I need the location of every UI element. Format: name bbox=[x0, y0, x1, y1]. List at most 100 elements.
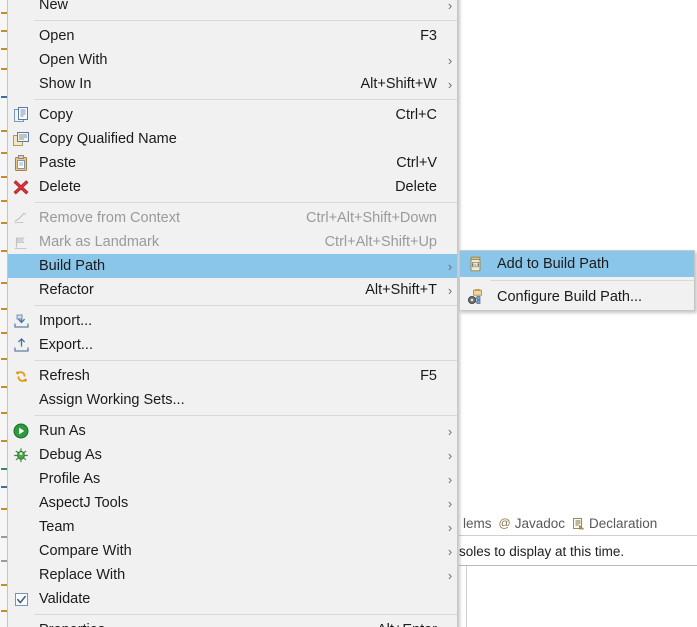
submenu-chevron-right-icon: › bbox=[447, 76, 453, 92]
menu-item-icon-slot bbox=[8, 467, 34, 491]
menu-item-add-to-build-path[interactable]: 010Add to Build Path› bbox=[460, 251, 694, 277]
tab-javadoc-label: Javadoc bbox=[514, 515, 565, 531]
menu-item-label: Mark as Landmark bbox=[39, 234, 160, 250]
menu-separator bbox=[34, 20, 457, 21]
menu-item-label: Export... bbox=[39, 337, 93, 353]
menu-item-shortcut: Alt+Shift+W bbox=[360, 76, 437, 92]
paste-icon bbox=[8, 151, 34, 175]
menu-item-label: Configure Build Path... bbox=[497, 289, 643, 305]
menu-item-build-path[interactable]: Build Path › bbox=[8, 254, 457, 278]
copy-icon bbox=[8, 103, 34, 127]
menu-separator bbox=[34, 202, 457, 203]
submenu-chevron-right-icon: › bbox=[447, 447, 453, 463]
menu-item-shortcut: F3 bbox=[420, 28, 437, 44]
menu-item-label: Show In bbox=[39, 76, 92, 92]
submenu-chevron-right-icon: › bbox=[447, 543, 453, 559]
menu-item-label: New bbox=[39, 0, 69, 13]
menu-item-compare-with[interactable]: Compare With › bbox=[8, 539, 457, 563]
menu-item-label: Refactor bbox=[39, 282, 94, 298]
menu-item-label: Remove from Context bbox=[39, 210, 181, 226]
menu-item-label: Import... bbox=[39, 313, 93, 329]
menu-item-profile-as[interactable]: Profile As › bbox=[8, 467, 457, 491]
refresh-icon bbox=[8, 364, 34, 388]
menu-item-label: Delete bbox=[39, 179, 81, 195]
menu-item-label: Open bbox=[39, 28, 75, 44]
menu-item-assign-working-sets[interactable]: Assign Working Sets...› bbox=[8, 388, 457, 412]
menu-item-shortcut: Ctrl+Alt+Shift+Up bbox=[324, 234, 437, 250]
menu-item-export[interactable]: Export...› bbox=[8, 333, 457, 357]
menu-item-shortcut: F5 bbox=[420, 368, 437, 384]
menu-item-label: Compare With bbox=[39, 543, 132, 559]
background-empty-message: soles to display at this time. bbox=[459, 543, 625, 559]
menu-item-icon-slot bbox=[8, 24, 34, 48]
menu-item-shortcut: Ctrl+C bbox=[395, 107, 438, 123]
menu-item-open-with[interactable]: Open With › bbox=[8, 48, 457, 72]
menu-separator bbox=[490, 280, 694, 281]
menu-separator bbox=[34, 614, 457, 615]
menu-item-delete[interactable]: DeleteDelete› bbox=[8, 175, 457, 199]
configure-build-path-icon bbox=[460, 284, 490, 310]
menu-item-label: Copy Qualified Name bbox=[39, 131, 177, 147]
menu-separator bbox=[34, 360, 457, 361]
menu-item-refactor[interactable]: Refactor Alt+Shift+T › bbox=[8, 278, 457, 302]
menu-item-icon-slot bbox=[8, 491, 34, 515]
submenu-chevron-right-icon: › bbox=[447, 258, 453, 274]
menu-item-remove-from-context: Remove from ContextCtrl+Alt+Shift+Down› bbox=[8, 206, 457, 230]
menu-item-open[interactable]: OpenF3› bbox=[8, 24, 457, 48]
menu-item-icon-slot bbox=[8, 72, 34, 96]
menu-item-configure-build-path[interactable]: Configure Build Path...› bbox=[460, 284, 694, 310]
run-icon bbox=[8, 419, 34, 443]
menu-item-label: AspectJ Tools bbox=[39, 495, 129, 511]
tabs-underline bbox=[459, 535, 697, 536]
menu-item-team[interactable]: Team › bbox=[8, 515, 457, 539]
tab-declaration[interactable]: Declaration bbox=[572, 516, 657, 531]
menu-item-shortcut: Ctrl+Alt+Shift+Down bbox=[306, 210, 437, 226]
background-view-tabs: lems @ Javadoc Declaration bbox=[459, 511, 657, 535]
menu-item-run-as[interactable]: Run As › bbox=[8, 419, 457, 443]
menu-item-label: Run As bbox=[39, 423, 86, 439]
menu-item-icon-slot bbox=[8, 254, 34, 278]
menu-separator bbox=[34, 99, 457, 100]
menu-item-new[interactable]: New › bbox=[8, 0, 457, 17]
submenu-chevron-right-icon: › bbox=[447, 423, 453, 439]
menu-item-show-in[interactable]: Show In Alt+Shift+W › bbox=[8, 72, 457, 96]
copy-qualified-name-icon bbox=[8, 127, 34, 151]
tab-declaration-label: Declaration bbox=[589, 515, 658, 531]
menu-item-label: Properties bbox=[34, 622, 317, 627]
menu-item-paste[interactable]: PasteCtrl+V› bbox=[8, 151, 457, 175]
menu-item-refresh[interactable]: RefreshF5› bbox=[8, 364, 457, 388]
remove-from-context-icon bbox=[8, 206, 34, 230]
menu-item-icon-slot bbox=[8, 278, 34, 302]
menu-item-validate[interactable]: Validate› bbox=[8, 587, 457, 611]
background-view-panel: lems @ Javadoc Declaration soles to disp… bbox=[459, 504, 697, 627]
screen: lems @ Javadoc Declaration soles to disp… bbox=[0, 0, 697, 627]
menu-item-properties[interactable]: PropertiesAlt+Enter› bbox=[8, 618, 457, 627]
menu-item-debug-as[interactable]: Debug As › bbox=[8, 443, 457, 467]
at-icon: @ bbox=[498, 516, 511, 530]
tab-problems[interactable]: lems bbox=[459, 516, 492, 531]
build-path-submenu[interactable]: 010Add to Build Path› Configure Build Pat… bbox=[459, 250, 695, 311]
menu-item-replace-with[interactable]: Replace With › bbox=[8, 563, 457, 587]
menu-item-label: Team bbox=[39, 519, 75, 535]
menu-item-label: Add to Build Path bbox=[497, 256, 610, 272]
tab-javadoc[interactable]: @ Javadoc bbox=[499, 516, 565, 531]
mark-as-landmark-icon bbox=[8, 230, 34, 254]
menu-item-copy[interactable]: CopyCtrl+C› bbox=[8, 103, 457, 127]
menu-item-label: Assign Working Sets... bbox=[39, 392, 185, 408]
menu-item-icon-slot bbox=[8, 48, 34, 72]
menu-item-icon-slot bbox=[8, 515, 34, 539]
menu-item-copy-qualified-name[interactable]: Copy Qualified Name› bbox=[8, 127, 457, 151]
menu-item-label: Build Path bbox=[39, 258, 106, 274]
export-icon bbox=[8, 333, 34, 357]
menu-item-mark-as-landmark: Mark as LandmarkCtrl+Alt+Shift+Up› bbox=[8, 230, 457, 254]
submenu-chevron-right-icon: › bbox=[447, 52, 453, 68]
menu-item-label: Validate bbox=[39, 591, 91, 607]
submenu-chevron-right-icon: › bbox=[447, 495, 453, 511]
declaration-icon bbox=[572, 517, 585, 530]
submenu-chevron-right-icon: › bbox=[447, 471, 453, 487]
menu-item-icon-slot bbox=[8, 0, 34, 17]
menu-item-aspectj-tools[interactable]: AspectJ Tools › bbox=[8, 491, 457, 515]
panel-vertical-rule bbox=[466, 566, 467, 627]
context-menu[interactable]: New › Open F3 › Open With › Show In Alt+Shift+W ›… bbox=[7, 0, 458, 627]
menu-item-import[interactable]: Import...› bbox=[8, 309, 457, 333]
